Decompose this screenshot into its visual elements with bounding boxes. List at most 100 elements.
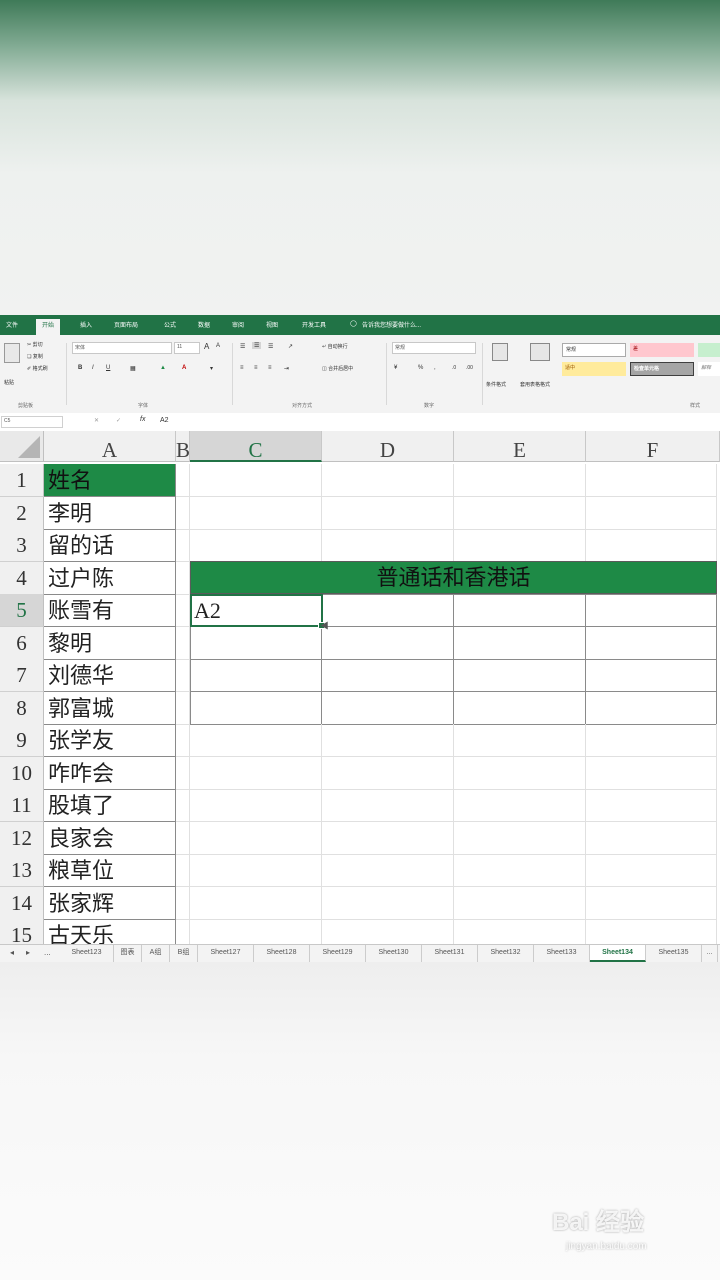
cell-b[interactable] (176, 594, 190, 627)
cell-e[interactable] (454, 627, 586, 660)
row-header[interactable]: 13 (0, 854, 44, 887)
cell-a[interactable]: 咋咋会 (44, 757, 176, 790)
cell-e[interactable] (454, 757, 586, 790)
cell-d[interactable] (322, 789, 454, 822)
tab-view[interactable]: 视图 (266, 320, 278, 329)
tab-file[interactable]: 文件 (6, 320, 18, 329)
bold-button[interactable]: B (78, 365, 82, 371)
cell-c[interactable] (190, 627, 322, 660)
name-box[interactable]: C5 (1, 416, 63, 428)
border-icon[interactable]: ▦ (130, 365, 136, 372)
grow-font-button[interactable]: A (204, 342, 209, 351)
cell-a[interactable]: 账雪有 (44, 594, 176, 627)
conditional-format-icon[interactable] (492, 343, 508, 361)
cell-c[interactable] (190, 854, 322, 887)
italic-button[interactable]: I (92, 365, 94, 371)
sheet-tab[interactable]: Sheet130 (366, 945, 422, 962)
format-as-table-button[interactable]: 套用表格格式 (520, 381, 560, 388)
underline-button[interactable]: U (106, 365, 110, 371)
insert-function-button[interactable]: fx (140, 416, 145, 423)
paste-icon[interactable] (4, 343, 20, 363)
cell-a[interactable]: 粮草位 (44, 854, 176, 887)
cell-b[interactable] (176, 887, 190, 920)
cell-d[interactable] (322, 659, 454, 692)
align-top-icon[interactable]: ☰ (240, 343, 245, 350)
column-header-b[interactable]: B (176, 431, 190, 462)
row-header[interactable]: 3 (0, 529, 44, 562)
cell-c[interactable] (190, 887, 322, 920)
cell-a[interactable]: 张学友 (44, 724, 176, 757)
cell-d[interactable] (322, 887, 454, 920)
style-neutral[interactable]: 适中 (562, 362, 626, 376)
enter-icon[interactable]: ✓ (116, 417, 121, 424)
formula-input[interactable]: A2 (158, 416, 718, 428)
cell-c[interactable] (190, 724, 322, 757)
tell-me-search[interactable]: 告诉我您想要做什么... (362, 320, 421, 329)
tab-insert[interactable]: 插入 (80, 320, 92, 329)
align-left-icon[interactable]: ≡ (240, 365, 244, 371)
cell-d[interactable] (322, 724, 454, 757)
paste-button[interactable]: 粘贴 (4, 379, 14, 386)
cell-f[interactable] (586, 692, 717, 725)
cell-b[interactable] (176, 529, 190, 562)
sheet-tab[interactable]: Sheet128 (254, 945, 310, 962)
copy-button[interactable]: ❏ 复制 (27, 353, 43, 360)
indent-icon[interactable]: ⇥ (284, 365, 289, 372)
cell-b[interactable] (176, 627, 190, 660)
orientation-icon[interactable]: ↗ (288, 343, 293, 350)
cell-b[interactable] (176, 724, 190, 757)
align-right-icon[interactable]: ≡ (268, 365, 272, 371)
cell-e[interactable] (454, 822, 586, 855)
cell-c[interactable] (190, 464, 322, 497)
tab-data[interactable]: 数据 (198, 320, 210, 329)
sheet-tab[interactable]: Sheet131 (422, 945, 478, 962)
merge-center-button[interactable]: ◫ 合并后居中 (322, 365, 353, 372)
cell-e[interactable] (454, 887, 586, 920)
sheet-tab[interactable]: Sheet134 (590, 945, 646, 962)
tab-formulas[interactable]: 公式 (164, 320, 176, 329)
row-header[interactable]: 1 (0, 464, 44, 497)
cell-f[interactable] (586, 497, 717, 530)
sheet-tab[interactable]: 图表 (114, 945, 142, 962)
merged-title-cell[interactable]: 普通话和香港话 (190, 561, 717, 594)
cell-e[interactable] (454, 529, 586, 562)
row-header[interactable]: 9 (0, 724, 44, 757)
cell-f[interactable] (586, 594, 717, 627)
sheet-tab[interactable]: Sheet135 (646, 945, 702, 962)
column-header-f[interactable]: F (586, 431, 720, 462)
cell-a[interactable]: 留的话 (44, 529, 176, 562)
select-all-corner[interactable] (0, 431, 44, 462)
style-good-partial[interactable] (698, 343, 720, 357)
row-header[interactable]: 10 (0, 757, 44, 790)
phonetic-icon[interactable]: ▾ (210, 365, 213, 372)
cell-c[interactable] (190, 789, 322, 822)
cell-a[interactable]: 李明 (44, 497, 176, 530)
decrease-decimal-icon[interactable]: .00 (466, 365, 473, 371)
row-header[interactable]: 2 (0, 497, 44, 530)
tab-home[interactable]: 开始 (36, 319, 61, 335)
row-header[interactable]: 4 (0, 562, 44, 595)
row-header[interactable]: 5 (0, 594, 44, 627)
cell-e[interactable] (454, 464, 586, 497)
cell-e[interactable] (454, 594, 586, 627)
row-header[interactable]: 11 (0, 789, 44, 822)
cell-b[interactable] (176, 854, 190, 887)
cell-a[interactable]: 姓名 (44, 464, 176, 497)
row-header[interactable]: 12 (0, 822, 44, 855)
cell-f[interactable] (586, 464, 717, 497)
cell-d[interactable] (322, 497, 454, 530)
cell-f[interactable] (586, 627, 717, 660)
tab-review[interactable]: 审阅 (232, 320, 244, 329)
cell-b[interactable] (176, 822, 190, 855)
font-name-select[interactable]: 宋体 (72, 342, 172, 354)
sheet-tab[interactable]: Sheet123 (60, 945, 114, 962)
cell-b[interactable] (176, 692, 190, 725)
cell-c[interactable] (190, 822, 322, 855)
cell-d[interactable] (322, 627, 454, 660)
cell-b[interactable] (176, 464, 190, 497)
cell-b[interactable] (176, 757, 190, 790)
cell-c[interactable] (190, 659, 322, 692)
tab-developer[interactable]: 开发工具 (302, 320, 326, 329)
active-cell-outline[interactable] (190, 594, 323, 627)
cell-b[interactable] (176, 789, 190, 822)
